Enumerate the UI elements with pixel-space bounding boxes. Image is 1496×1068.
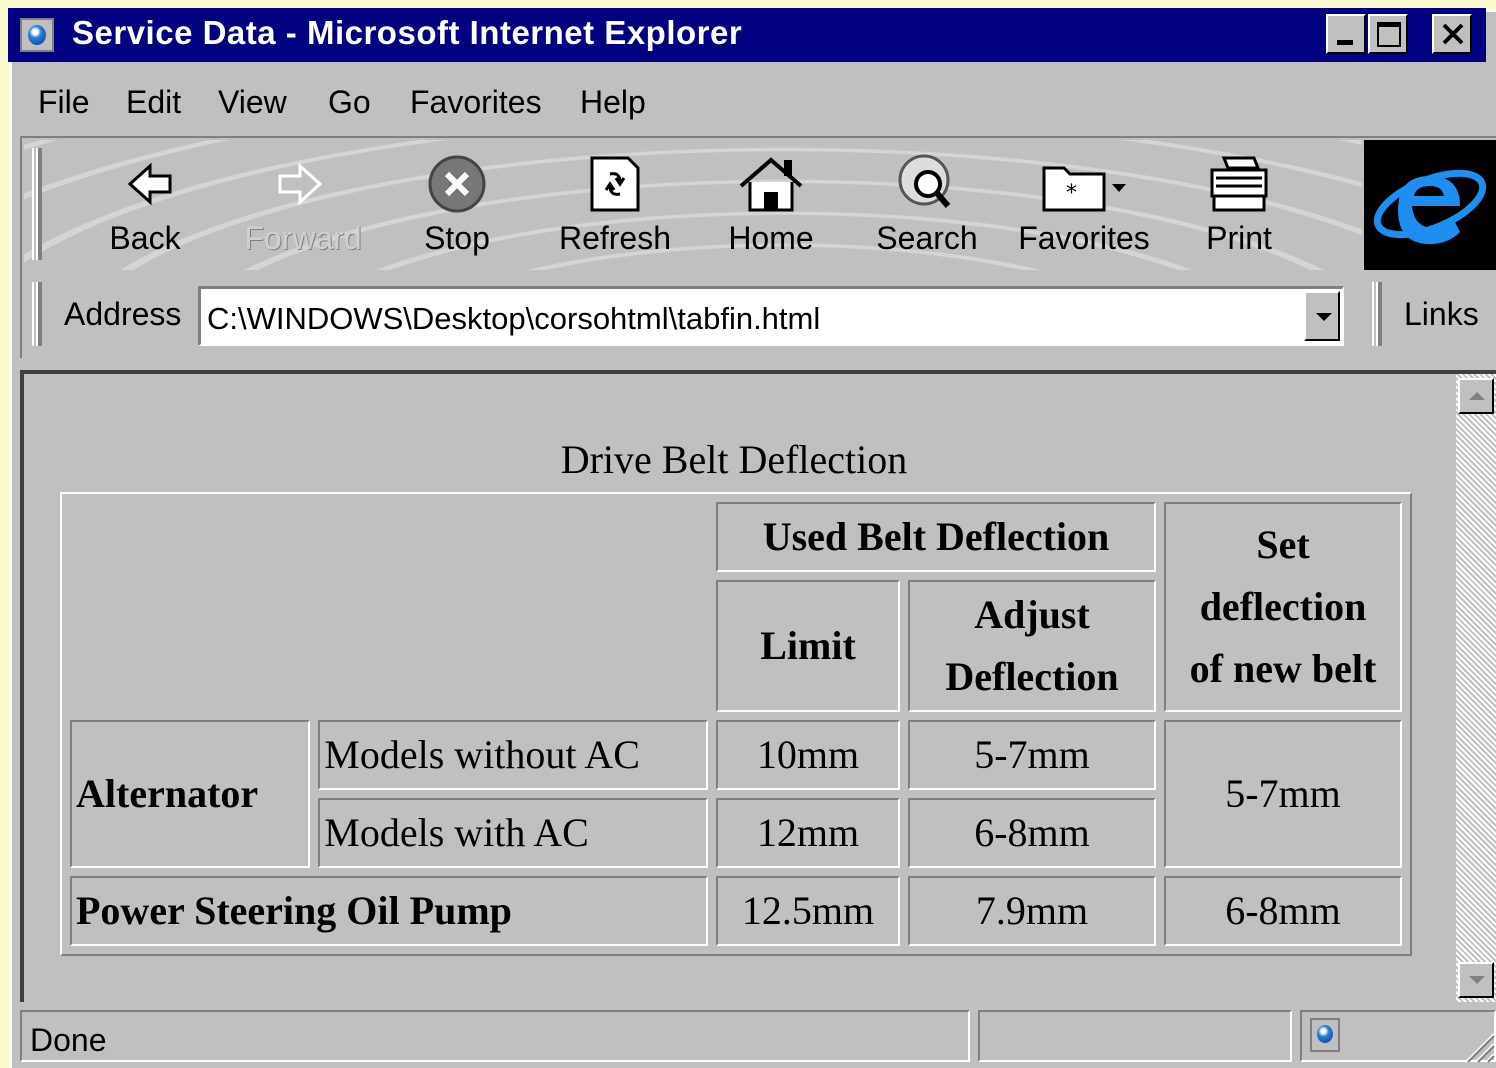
table-caption: Drive Belt Deflection <box>560 437 908 482</box>
address-bar: Address C:\WINDOWS\Desktop\corsohtml\tab… <box>24 272 1362 356</box>
stop-label: Stop <box>424 220 490 256</box>
scroll-up-button[interactable] <box>1458 378 1494 414</box>
menu-help[interactable]: Help <box>580 84 646 121</box>
search-button[interactable]: Search <box>862 154 992 264</box>
svg-text:*: * <box>1066 181 1077 206</box>
stop-icon <box>428 155 486 213</box>
zone-globe-icon <box>1310 1018 1340 1052</box>
adjust-line-1: Adjust <box>974 592 1090 637</box>
toolbar-grip[interactable] <box>32 148 42 260</box>
power-steering-new-belt: 6-8mm <box>1164 876 1402 946</box>
forward-arrow-icon <box>278 162 323 206</box>
back-label: Back <box>109 220 181 256</box>
adjust-deflection-header: Adjust Deflection <box>908 580 1156 712</box>
models-without-ac-label: Models without AC <box>318 720 708 790</box>
status-text: Done <box>30 1022 107 1058</box>
empty-corner-cell <box>70 502 708 712</box>
ie-throbber-logo <box>1364 140 1496 270</box>
home-label: Home <box>728 220 814 256</box>
menu-view[interactable]: View <box>218 84 287 121</box>
favorites-folder-icon: * <box>1042 166 1126 212</box>
maximize-button[interactable] <box>1368 14 1408 54</box>
ie-logo-icon <box>1373 169 1487 244</box>
refresh-label: Refresh <box>558 220 672 256</box>
forward-button[interactable]: Forward <box>238 154 368 264</box>
scroll-down-button[interactable] <box>1458 962 1494 998</box>
alternator-label: Alternator <box>70 720 311 868</box>
power-steering-label: Power Steering Oil Pump <box>70 876 708 946</box>
address-url[interactable]: C:\WINDOWS\Desktop\corsohtml\tabfin.html <box>207 301 820 337</box>
set-line-2: deflection <box>1199 584 1367 629</box>
power-steering-limit: 12.5mm <box>716 876 900 946</box>
set-line-1: Set <box>1256 522 1310 567</box>
window-title: Service Data - Microsoft Internet Explor… <box>72 14 743 51</box>
set-line-3: of new belt <box>1189 646 1377 691</box>
without-ac-limit: 10mm <box>716 720 900 790</box>
links-label[interactable]: Links <box>1404 296 1479 333</box>
address-grip[interactable] <box>32 282 42 346</box>
drive-belt-table: Used Belt Deflection Set deflection of new… <box>60 492 1412 956</box>
address-label: Address <box>64 296 182 332</box>
with-ac-limit: 12mm <box>716 798 900 868</box>
without-ac-adjust: 5-7mm <box>908 720 1156 790</box>
models-with-ac-label: Models with AC <box>318 798 708 868</box>
forward-label: Forward <box>244 220 362 256</box>
adjust-line-2: Deflection <box>945 654 1119 699</box>
title-bar[interactable]: Service Data - Microsoft Internet Explor… <box>8 8 1486 62</box>
menu-file[interactable]: File <box>38 84 90 121</box>
links-bar: Links <box>1364 272 1496 356</box>
print-button[interactable]: Print <box>1174 154 1304 264</box>
stop-button[interactable]: Stop <box>392 154 522 264</box>
favorites-button[interactable]: * Favorites <box>1014 154 1154 264</box>
toolbar-area: Back Forward Stop Refresh Home Search * … <box>20 136 1496 358</box>
minimize-button[interactable] <box>1326 14 1366 54</box>
status-pane-progress <box>978 1010 1292 1062</box>
search-globe-icon <box>898 154 951 208</box>
standard-toolbar: Back Forward Stop Refresh Home Search * … <box>24 140 1362 270</box>
refresh-icon <box>590 156 640 212</box>
back-arrow-icon <box>127 162 172 206</box>
printer-icon <box>1210 156 1268 212</box>
links-grip[interactable] <box>1372 282 1382 346</box>
status-bar: Done <box>20 1008 1496 1064</box>
used-belt-header: Used Belt Deflection <box>716 502 1156 572</box>
menu-edit[interactable]: Edit <box>126 84 181 121</box>
set-deflection-header: Set deflection of new belt <box>1164 502 1402 712</box>
address-dropdown-button[interactable] <box>1304 291 1340 341</box>
home-icon <box>739 157 803 212</box>
search-label: Search <box>876 220 978 256</box>
vertical-scrollbar[interactable] <box>1456 374 1496 1002</box>
refresh-button[interactable]: Refresh <box>550 154 680 264</box>
status-pane-main: Done <box>20 1010 970 1062</box>
power-steering-adjust: 7.9mm <box>908 876 1156 946</box>
print-label: Print <box>1206 220 1272 256</box>
ie-page-icon <box>20 18 54 52</box>
limit-header: Limit <box>716 580 900 712</box>
address-input[interactable]: C:\WINDOWS\Desktop\corsohtml\tabfin.html <box>198 286 1344 346</box>
menu-favorites[interactable]: Favorites <box>410 84 542 121</box>
home-button[interactable]: Home <box>706 154 836 264</box>
with-ac-adjust: 6-8mm <box>908 798 1156 868</box>
close-button[interactable] <box>1432 14 1472 54</box>
back-button[interactable]: Back <box>80 154 210 264</box>
menu-go[interactable]: Go <box>328 84 371 121</box>
close-icon <box>1442 23 1464 45</box>
page-content: Drive Belt Deflection Used Belt Deflecti… <box>20 370 1496 1002</box>
alternator-new-belt: 5-7mm <box>1164 720 1402 868</box>
favorites-label: Favorites <box>1018 220 1150 256</box>
resize-grip-icon[interactable] <box>1456 1024 1496 1064</box>
